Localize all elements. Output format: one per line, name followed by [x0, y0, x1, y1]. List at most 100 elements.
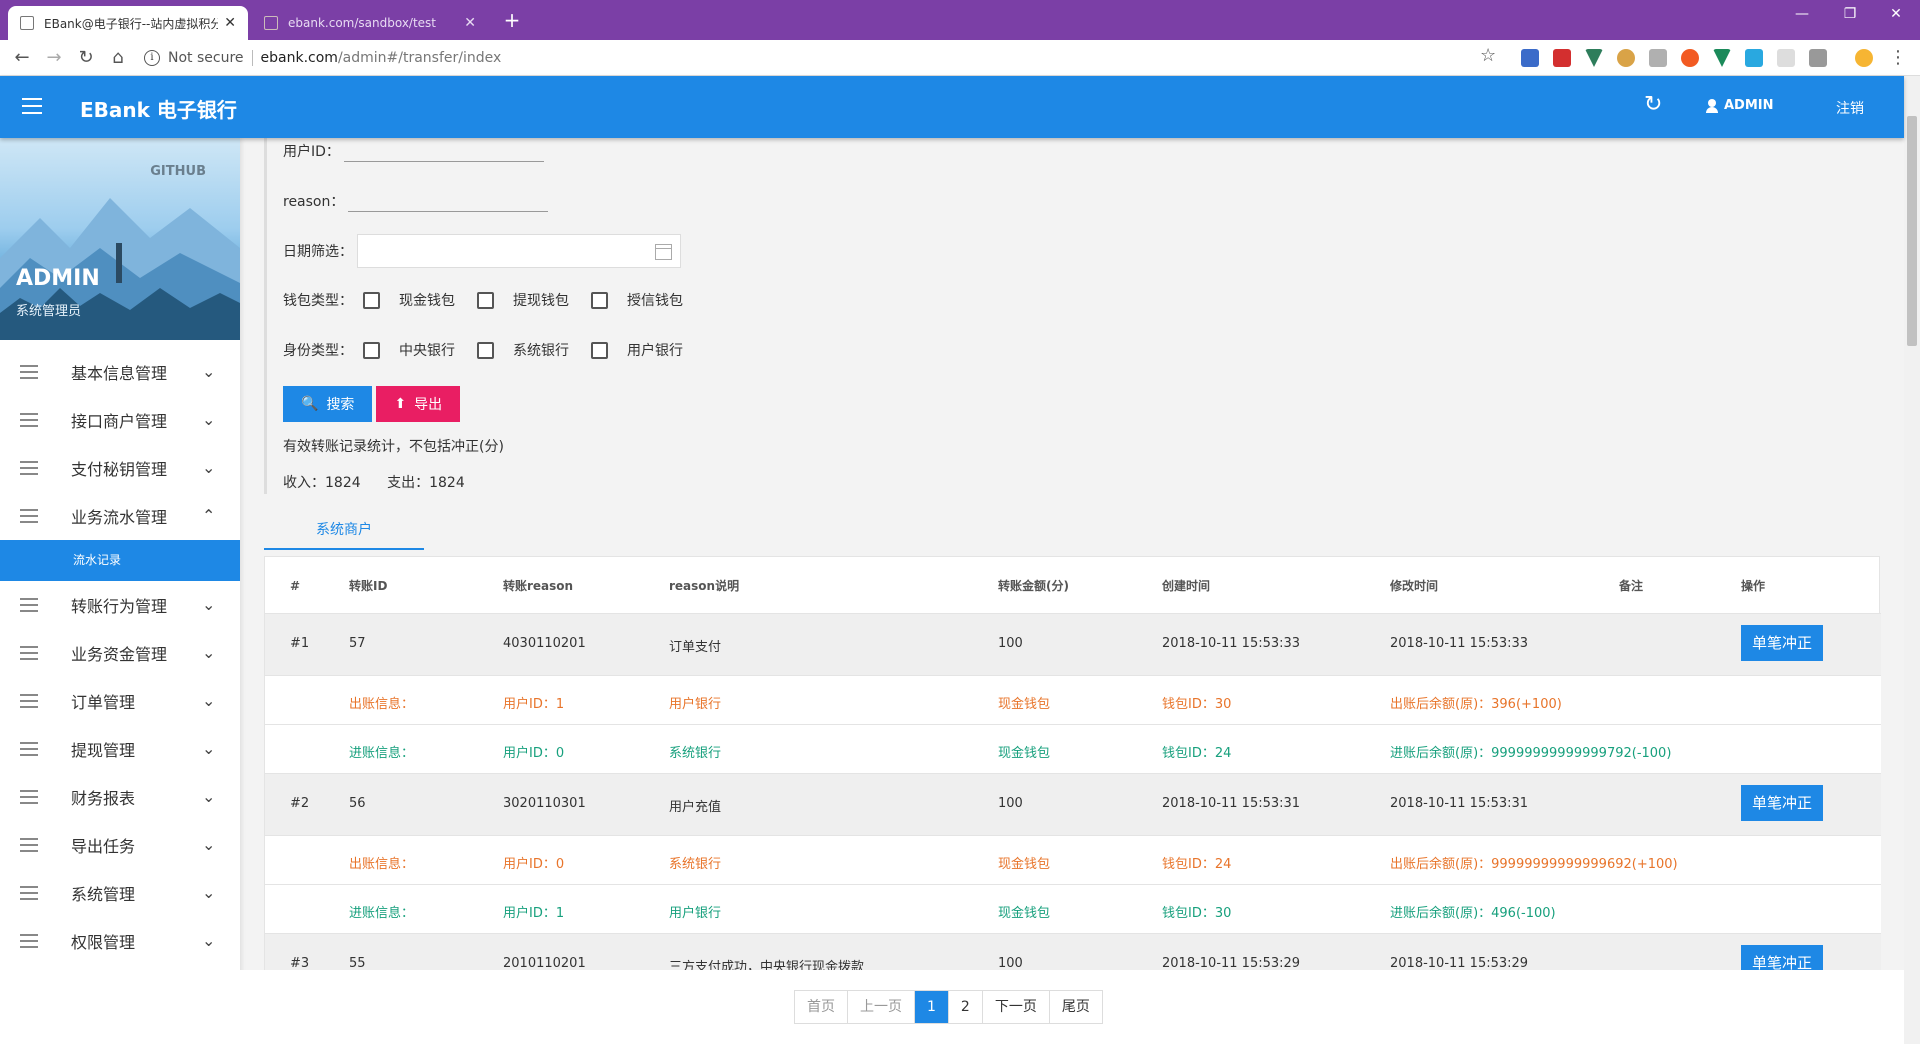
sidebar-item-withdraw[interactable]: 提现管理 ⌄: [0, 725, 240, 773]
sidebar-item-label: 提现管理: [71, 741, 136, 760]
extension-icon[interactable]: [1809, 49, 1827, 67]
extension-icon[interactable]: [1617, 49, 1635, 67]
updated-time: 2018-10-11 15:53:33: [1390, 636, 1529, 651]
created-time: 2018-10-11 15:53:29: [1162, 956, 1301, 971]
tab-system-merchant[interactable]: 系统商户: [264, 510, 424, 550]
calendar-icon[interactable]: [655, 244, 672, 260]
extension-icon[interactable]: [1585, 49, 1603, 67]
sidebar-item-export-tasks[interactable]: 导出任务 ⌄: [0, 821, 240, 869]
date-range-input[interactable]: [357, 234, 681, 268]
home-button[interactable]: ⌂: [106, 46, 130, 70]
reason-input[interactable]: [348, 190, 549, 212]
page-1-button[interactable]: 1: [915, 991, 949, 1023]
sidebar-item-permissions[interactable]: 权限管理 ⌄: [0, 917, 240, 965]
chevron-down-icon: ⌄: [202, 691, 216, 710]
extension-icon[interactable]: [1777, 49, 1795, 67]
transfer-id: 55: [349, 956, 366, 971]
logout-button[interactable]: 注销: [1836, 98, 1864, 118]
reverse-button[interactable]: 单笔冲正: [1741, 785, 1823, 821]
back-button[interactable]: ←: [10, 46, 34, 70]
checkbox-system-bank[interactable]: [477, 341, 494, 359]
sidebar-item-transfer-behavior[interactable]: 转账行为管理 ⌄: [0, 581, 240, 629]
page-2-button[interactable]: 2: [949, 991, 983, 1023]
chevron-down-icon: ⌄: [202, 410, 216, 429]
sidebar-item-orders[interactable]: 订单管理 ⌄: [0, 677, 240, 725]
list-icon: [20, 694, 38, 708]
chevron-down-icon: ⌄: [202, 362, 216, 381]
column-header: 转账金额(分): [998, 579, 1069, 593]
main-content: 用户ID： reason： 日期筛选： 钱包类型： 现金钱包 提现钱包 授信钱包…: [240, 138, 1904, 1044]
sidebar-item-business-funds[interactable]: 业务资金管理 ⌄: [0, 629, 240, 677]
close-window-button[interactable]: ✕: [1876, 6, 1916, 22]
github-link[interactable]: GITHUB: [150, 164, 206, 179]
restore-button[interactable]: ❐: [1830, 6, 1870, 22]
in-wallet: 现金钱包: [998, 906, 1051, 921]
scrollbar-thumb[interactable]: [1907, 116, 1917, 346]
bookmark-star-icon[interactable]: ☆: [1480, 45, 1496, 66]
extension-icon[interactable]: [1745, 49, 1763, 67]
extension-icon[interactable]: [1553, 49, 1571, 67]
checkbox-withdraw-wallet[interactable]: [477, 291, 494, 309]
extension-icon[interactable]: [1713, 49, 1731, 67]
info-icon[interactable]: i: [144, 50, 160, 66]
in-wallet: 现金钱包: [998, 746, 1051, 761]
out-balance: 出账后余额(原)：396(+100): [1390, 697, 1562, 712]
row-number: #3: [290, 956, 310, 971]
reload-button[interactable]: ↻: [74, 46, 98, 70]
checkbox-central-bank[interactable]: [363, 341, 380, 359]
sidebar-item-basic-info[interactable]: 基本信息管理 ⌄: [0, 348, 240, 396]
sidebar-item-label: 转账行为管理: [71, 597, 168, 616]
checkbox-cash-wallet[interactable]: [363, 291, 380, 309]
filter-actions: 🔍 搜索 ⬆ 导出: [283, 386, 464, 422]
first-page-button[interactable]: 首页: [795, 991, 848, 1023]
sidebar-item-merchant[interactable]: 接口商户管理 ⌄: [0, 396, 240, 444]
column-header: 创建时间: [1162, 579, 1211, 593]
browser-tab-inactive[interactable]: ebank.com/sandbox/test ✕: [252, 6, 488, 40]
prev-page-button[interactable]: 上一页: [848, 991, 915, 1023]
sidebar-item-label: 业务流水管理: [71, 508, 168, 527]
extension-icon[interactable]: [1521, 49, 1539, 67]
sidebar-item-business-flow[interactable]: 业务流水管理 ⌃: [0, 492, 240, 540]
sidebar-item-finance-reports[interactable]: 财务报表 ⌄: [0, 773, 240, 821]
sidebar-item-system[interactable]: 系统管理 ⌄: [0, 869, 240, 917]
chevron-down-icon: ⌄: [202, 458, 216, 477]
list-icon: [20, 886, 38, 900]
list-icon: [20, 838, 38, 852]
sidebar-item-payment-keys[interactable]: 支付秘钥管理 ⌄: [0, 444, 240, 492]
extension-icon[interactable]: [1681, 49, 1699, 67]
out-wallet: 现金钱包: [998, 697, 1051, 712]
new-tab-button[interactable]: +: [500, 8, 524, 32]
user-name: ADMIN: [1724, 98, 1774, 113]
last-page-button[interactable]: 尾页: [1050, 991, 1102, 1023]
refresh-icon[interactable]: ↻: [1644, 92, 1662, 117]
reverse-button[interactable]: 单笔冲正: [1741, 625, 1823, 661]
page-scrollbar[interactable]: [1904, 76, 1920, 1044]
sidebar-subitem-flow-records[interactable]: 流水记录: [0, 540, 240, 581]
checkbox-user-bank[interactable]: [591, 341, 608, 359]
filter-date: 日期筛选：: [283, 234, 681, 268]
tab-close-icon[interactable]: ✕: [464, 15, 476, 31]
transfer-reason: 3020110301: [503, 796, 586, 811]
browser-menu-icon[interactable]: ⋮: [1886, 46, 1910, 70]
search-button[interactable]: 🔍 搜索: [283, 386, 373, 422]
user-menu[interactable]: ADMIN: [1706, 98, 1774, 113]
minimize-button[interactable]: —: [1782, 6, 1822, 22]
search-icon: 🔍: [301, 396, 319, 412]
extension-icon[interactable]: [1649, 49, 1667, 67]
checkbox-label: 中央银行: [399, 343, 455, 359]
forward-button[interactable]: →: [42, 46, 66, 70]
updated-time: 2018-10-11 15:53:31: [1390, 796, 1529, 811]
browser-tab-active[interactable]: EBank@电子银行--站内虚拟积分 ✕: [8, 6, 248, 40]
url-path: /admin#/transfer/index: [337, 50, 502, 66]
address-bar[interactable]: i Not secure ebank.com/admin#/transfer/i…: [144, 45, 1488, 71]
checkbox-credit-wallet[interactable]: [591, 291, 608, 309]
next-page-button[interactable]: 下一页: [983, 991, 1050, 1023]
column-header: 转账ID: [349, 579, 388, 593]
profile-avatar-icon[interactable]: [1855, 49, 1873, 67]
chevron-down-icon: ⌄: [202, 643, 216, 662]
menu-toggle-icon[interactable]: [22, 98, 42, 114]
filter-user-id: 用户ID：: [283, 140, 544, 162]
user-id-input[interactable]: [343, 140, 544, 162]
tab-close-icon[interactable]: ✕: [224, 15, 236, 31]
export-button[interactable]: ⬆ 导出: [376, 386, 461, 422]
